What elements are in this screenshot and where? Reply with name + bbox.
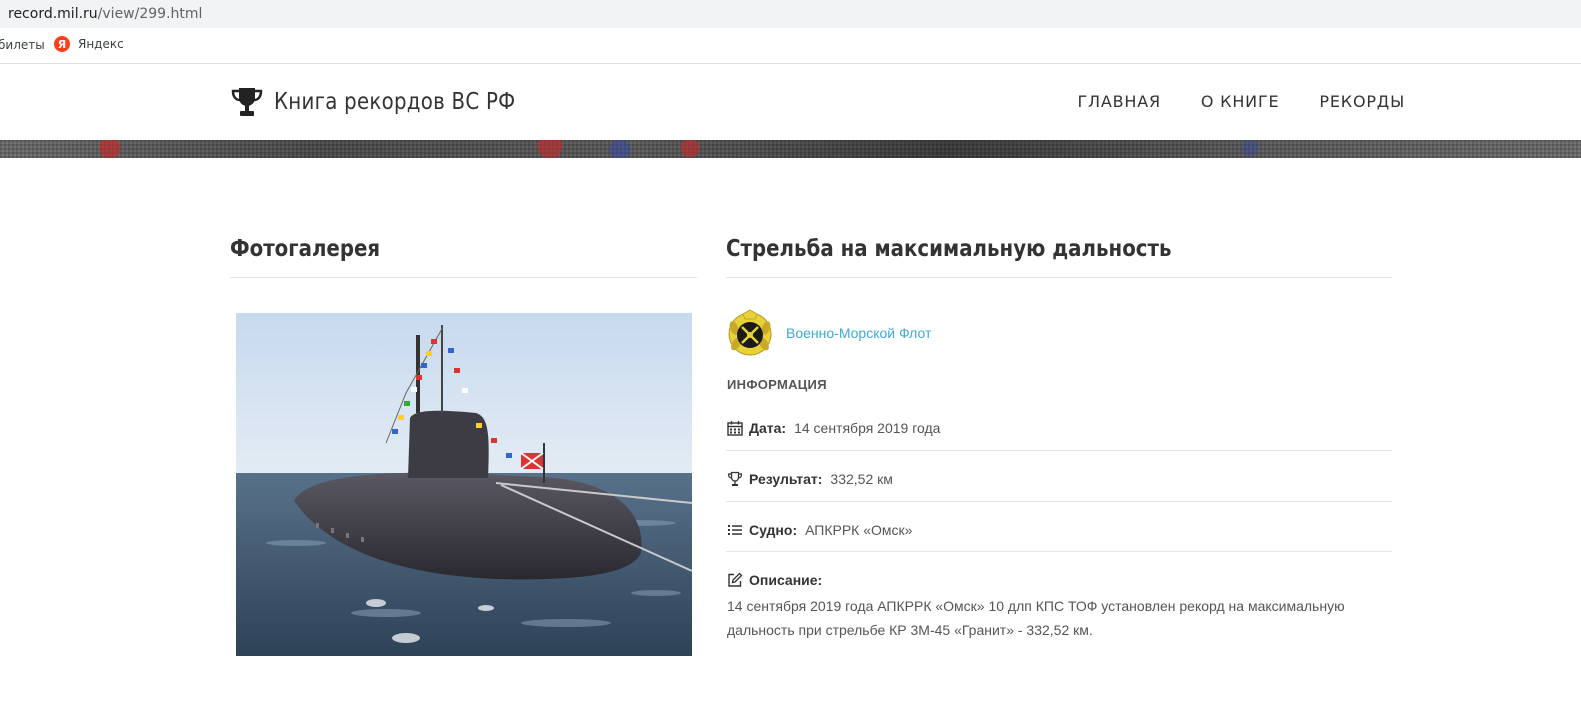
site-title: Книга рекордов ВС РФ	[274, 89, 516, 115]
result-value: 332,52 км	[830, 471, 893, 487]
info-row-result: Результат: 332,52 км	[727, 471, 1392, 487]
bookmarks-bar: билеты Я Яндекс	[0, 28, 1581, 64]
branch-link-row[interactable]: Военно-Морской Флот	[726, 308, 931, 358]
date-label: Дата:	[749, 420, 787, 436]
description-text: 14 сентября 2019 года АПКРРК «Омск» 10 д…	[727, 598, 1345, 638]
gallery-title: Фотогалерея	[230, 236, 381, 262]
gallery-photo[interactable]	[236, 313, 692, 656]
record-divider	[726, 277, 1392, 278]
header-banner-image	[0, 140, 1581, 158]
info-divider	[726, 450, 1392, 451]
date-value: 14 сентября 2019 года	[794, 420, 941, 436]
edit-icon	[728, 572, 743, 587]
bookmark-yandex-label: Яндекс	[78, 37, 124, 51]
nav-home[interactable]: ГЛАВНАЯ	[1078, 92, 1161, 111]
browser-address-bar[interactable]: record.mil.ru/view/299.html	[0, 0, 1581, 28]
info-divider	[726, 501, 1392, 502]
record-title: Стрельба на максимальную дальность	[726, 236, 1172, 262]
gallery-divider	[230, 277, 697, 278]
site-logo[interactable]: Книга рекордов ВС РФ	[230, 85, 555, 119]
yandex-icon: Я	[54, 36, 70, 52]
bookmark-tickets[interactable]: билеты	[0, 38, 45, 52]
vessel-label: Судно:	[749, 522, 798, 538]
nav-records[interactable]: РЕКОРДЫ	[1319, 92, 1405, 111]
list-icon	[728, 525, 742, 535]
trophy-icon	[727, 471, 743, 486]
branch-navy-link[interactable]: Военно-Морской Флот	[786, 325, 931, 341]
url-path: /view/299.html	[97, 6, 203, 22]
url-host: record.mil.ru	[8, 6, 98, 22]
trophy-icon	[231, 88, 263, 116]
info-divider	[726, 551, 1392, 552]
submarine-photo	[236, 313, 692, 656]
url-text[interactable]: record.mil.ru/view/299.html	[8, 6, 202, 22]
info-row-vessel: Судно: АПКРРК «Омск»	[727, 522, 1392, 538]
bookmark-yandex[interactable]: Я Яндекс	[54, 36, 124, 52]
info-heading: ИНФОРМАЦИЯ	[727, 377, 827, 392]
result-label: Результат:	[749, 471, 823, 487]
info-row-date: Дата: 14 сентября 2019 года	[727, 420, 1392, 436]
info-row-description: Описание:	[727, 572, 1392, 588]
main-nav: ГЛАВНАЯ О КНИГЕ РЕКОРДЫ	[1078, 92, 1406, 111]
description-label: Описание:	[749, 572, 823, 588]
vessel-value: АПКРРК «Омск»	[805, 522, 913, 538]
calendar-icon	[727, 421, 743, 436]
site-header: Книга рекордов ВС РФ ГЛАВНАЯ О КНИГЕ РЕК…	[0, 65, 1581, 140]
nav-about[interactable]: О КНИГЕ	[1201, 92, 1280, 111]
navy-emblem-icon	[728, 309, 772, 356]
